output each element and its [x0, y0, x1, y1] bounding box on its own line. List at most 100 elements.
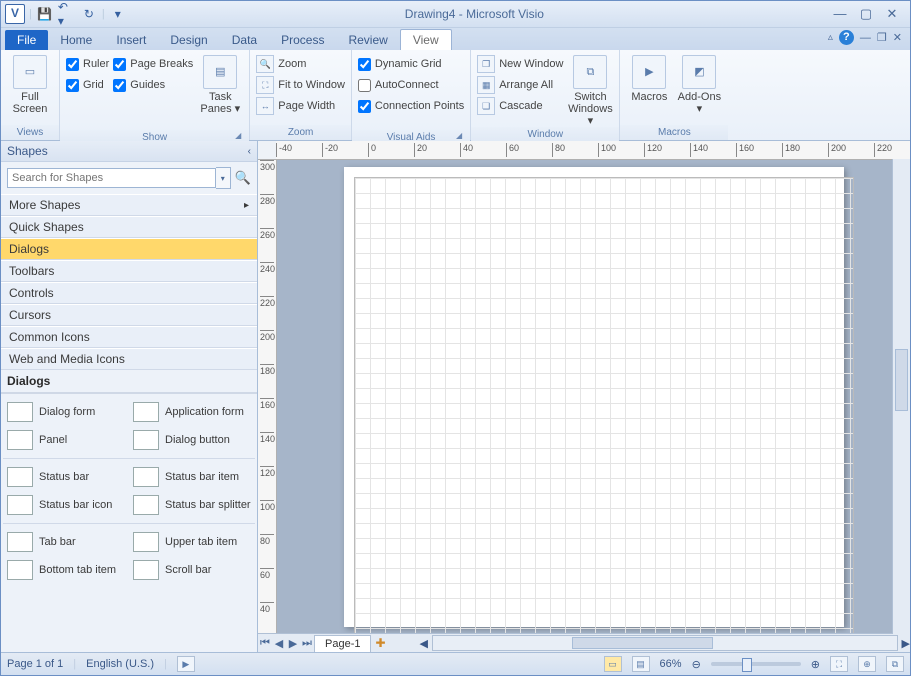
switch-windows-button[interactable]: ⧉ Switch Windows ▾	[567, 53, 613, 127]
shape-bottom-tab-item[interactable]: Bottom tab item	[3, 556, 129, 584]
mdi-minimize-icon[interactable]: —	[860, 32, 871, 44]
page-breaks-checkbox[interactable]: Page Breaks	[113, 55, 193, 73]
app-icon[interactable]: V	[5, 4, 25, 24]
macros-button[interactable]: ▶ Macros	[626, 53, 672, 103]
shape-thumb-icon	[7, 467, 33, 487]
tab-review[interactable]: Review	[336, 30, 399, 50]
help-icon[interactable]: ?	[839, 30, 854, 45]
arrange-all-button[interactable]: ▦Arrange All	[477, 76, 563, 94]
grid-checkbox[interactable]: Grid	[66, 76, 109, 94]
zoom-level[interactable]: 66%	[660, 658, 682, 670]
category-more-shapes[interactable]: More Shapes▸	[1, 194, 257, 216]
search-dropdown-icon[interactable]: ▾	[216, 167, 231, 189]
shape-thumb-icon	[133, 467, 159, 487]
category-web-and-media-icons[interactable]: Web and Media Icons	[1, 348, 257, 370]
page-tab[interactable]: Page-1	[314, 635, 371, 652]
window-title: Drawing4 - Microsoft Visio	[127, 7, 822, 21]
page-last-icon[interactable]: ⏭	[300, 637, 314, 650]
pan-zoom-icon[interactable]: ⊕	[858, 656, 876, 672]
page-grid	[354, 177, 854, 634]
switch-windows-status-icon[interactable]: ⧉	[886, 656, 904, 672]
tab-file[interactable]: File	[5, 30, 48, 50]
shape-status-bar-icon[interactable]: Status bar icon	[3, 491, 129, 519]
tab-home[interactable]: Home	[48, 30, 104, 50]
ruler-checkbox[interactable]: Ruler	[66, 55, 109, 73]
shapes-collapse-icon[interactable]: ‹	[248, 146, 251, 157]
minimize-button[interactable]: —	[832, 6, 848, 22]
task-panes-button[interactable]: ▤ Task Panes ▾	[197, 53, 243, 115]
new-window-button[interactable]: ❐New Window	[477, 55, 563, 73]
shape-panel[interactable]: Panel	[3, 426, 129, 454]
fit-to-window-button[interactable]: ⛶Fit to Window	[256, 76, 345, 94]
drawing-surface[interactable]	[277, 160, 910, 633]
zoom-button[interactable]: 🔍Zoom	[256, 55, 345, 73]
addons-button[interactable]: ◩ Add-Ons▾	[676, 53, 722, 115]
shape-separator	[3, 458, 255, 459]
hscroll-right-icon[interactable]: ▶	[902, 637, 910, 650]
shape-scroll-bar[interactable]: Scroll bar	[129, 556, 255, 584]
close-button[interactable]: ✕	[884, 6, 900, 22]
visual-aids-launcher-icon[interactable]: ◢	[456, 131, 462, 140]
page-width-icon: ↔	[256, 97, 274, 115]
horizontal-scrollbar[interactable]	[432, 635, 898, 651]
hscroll-left-icon[interactable]: ◀	[419, 637, 427, 650]
qat-customize-icon[interactable]: ▾	[109, 5, 127, 23]
macro-record-icon[interactable]: ▶	[177, 656, 195, 672]
page-prev-icon[interactable]: ◀	[272, 637, 286, 650]
category-toolbars[interactable]: Toolbars	[1, 260, 257, 282]
insert-page-icon[interactable]: ✚	[371, 636, 389, 650]
shape-thumb-icon	[133, 532, 159, 552]
tab-insert[interactable]: Insert	[104, 30, 158, 50]
redo-icon[interactable]: ↻	[80, 5, 98, 23]
tab-design[interactable]: Design	[158, 30, 219, 50]
tab-process[interactable]: Process	[269, 30, 336, 50]
shape-upper-tab-item[interactable]: Upper tab item	[129, 528, 255, 556]
category-dialogs[interactable]: Dialogs	[1, 238, 257, 260]
page-break-preview-icon[interactable]: ▤	[632, 656, 650, 672]
tab-view[interactable]: View	[400, 29, 452, 50]
undo-icon[interactable]: ↶ ▾	[58, 5, 76, 23]
zoom-slider[interactable]	[711, 662, 801, 666]
ribbon-minimize-icon[interactable]: ▵	[828, 32, 833, 43]
tab-data[interactable]: Data	[220, 30, 269, 50]
shape-tab-bar[interactable]: Tab bar	[3, 528, 129, 556]
page-next-icon[interactable]: ▶	[286, 637, 300, 650]
cascade-icon: ❏	[477, 97, 495, 115]
dynamic-grid-checkbox[interactable]: Dynamic Grid	[358, 55, 464, 73]
shape-status-bar[interactable]: Status bar	[3, 463, 129, 491]
category-controls[interactable]: Controls	[1, 282, 257, 304]
save-icon[interactable]: 💾	[36, 5, 54, 23]
shape-status-bar-splitter[interactable]: Status bar splitter	[129, 491, 255, 519]
page-width-button[interactable]: ↔Page Width	[256, 97, 345, 115]
connection-points-checkbox[interactable]: Connection Points	[358, 97, 464, 115]
autoconnect-checkbox[interactable]: AutoConnect	[358, 76, 464, 94]
new-window-icon: ❐	[477, 55, 495, 73]
page-first-icon[interactable]: ⏮	[258, 637, 272, 650]
shape-status-bar-item[interactable]: Status bar item	[129, 463, 255, 491]
zoom-in-icon[interactable]: ⊕	[811, 658, 820, 671]
category-quick-shapes[interactable]: Quick Shapes	[1, 216, 257, 238]
cascade-button[interactable]: ❏Cascade	[477, 97, 563, 115]
shape-application-form[interactable]: Application form	[129, 398, 255, 426]
search-shapes-input[interactable]	[7, 168, 216, 188]
fit-page-icon[interactable]: ⛶	[830, 656, 848, 672]
category-cursors[interactable]: Cursors	[1, 304, 257, 326]
guides-checkbox[interactable]: Guides	[113, 76, 193, 94]
status-language[interactable]: English (U.S.)	[86, 658, 154, 670]
shape-dialog-button[interactable]: Dialog button	[129, 426, 255, 454]
mdi-restore-icon[interactable]: ❐	[877, 31, 887, 44]
search-icon[interactable]: 🔍	[235, 170, 251, 186]
vertical-scrollbar[interactable]	[892, 159, 910, 634]
shape-dialog-form[interactable]: Dialog form	[3, 398, 129, 426]
mdi-close-icon[interactable]: ✕	[893, 31, 902, 44]
title-bar: V | 💾 ↶ ▾ ↻ | ▾ Drawing4 - Microsoft Vis…	[1, 1, 910, 28]
category-common-icons[interactable]: Common Icons	[1, 326, 257, 348]
shape-separator	[3, 523, 255, 524]
ruler-corner	[258, 141, 277, 160]
presentation-mode-icon[interactable]: ▭	[604, 656, 622, 672]
full-screen-button[interactable]: ▭ Full Screen	[7, 53, 53, 115]
maximize-button[interactable]: ▢	[858, 6, 874, 22]
full-screen-icon: ▭	[13, 55, 47, 89]
zoom-out-icon[interactable]: ⊖	[692, 658, 701, 671]
show-launcher-icon[interactable]: ◢	[235, 131, 241, 140]
